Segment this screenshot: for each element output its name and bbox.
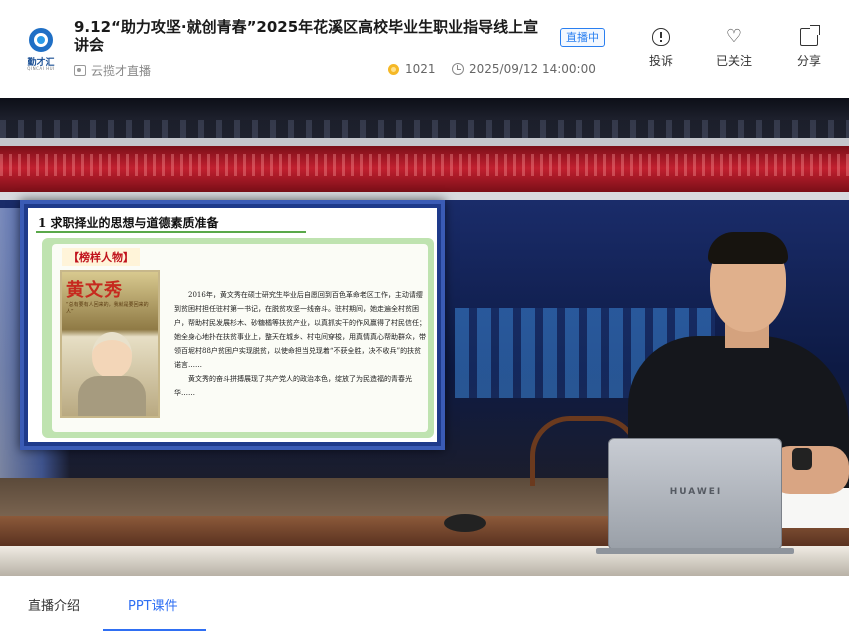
live-start-time: 2025/09/12 14:00:00	[452, 62, 596, 76]
heart-plus-icon: ♡	[725, 26, 743, 47]
clock-icon	[452, 63, 464, 75]
slide-paragraph: 黄文秀的奋斗拼搏展现了共产党人的政治本色，绽放了为民造福的青春光华……	[174, 375, 412, 397]
studio-led-dots	[0, 154, 849, 176]
report-button[interactable]: 投诉	[639, 28, 683, 69]
laptop: HUAWEI	[608, 438, 782, 550]
follow-button[interactable]: ♡ 已关注	[712, 28, 756, 69]
mouse	[444, 514, 486, 532]
coin-icon	[388, 63, 399, 75]
live-start-time-value: 2025/09/12 14:00:00	[469, 62, 596, 76]
logo-brand-sub: QINCAI HUI	[27, 66, 55, 71]
laptop-brand: HUAWEI	[669, 487, 723, 497]
tab-ppt[interactable]: PPT课件	[128, 595, 178, 633]
poster-name: 黄文秀	[66, 280, 123, 301]
presentation-screen: 1 求职择业的思想与道德素质准备 【榜样人物】 黄文秀 “总有要有人回来的，我就…	[20, 200, 445, 450]
channel-link[interactable]: 云揽才直播	[74, 62, 151, 79]
channel-name: 云揽才直播	[91, 64, 152, 78]
share-label: 分享	[796, 54, 821, 68]
slide-body-text: 2016年，黄文秀在硕士研究生毕业后自愿回到百色革命老区工作，主动请缨到贫困村担…	[174, 288, 428, 400]
view-count-value: 1021	[405, 62, 436, 76]
poster-portrait	[92, 332, 132, 378]
watch-icon	[792, 448, 812, 470]
view-count: 1021	[388, 62, 436, 76]
studio-truss	[0, 120, 849, 140]
ppt-slide: 1 求职择业的思想与道德素质准备 【榜样人物】 黄文秀 “总有要有人回来的，我就…	[28, 208, 437, 442]
poster-figure	[78, 376, 146, 416]
active-tab-indicator	[103, 629, 206, 631]
report-label: 投诉	[648, 54, 673, 68]
live-header: 勤才汇 QINCAI HUI 9.12“助力攻坚·就创青春”2025年花溪区高校…	[0, 0, 849, 98]
live-title: 9.12“助力攻坚·就创青春”2025年花溪区高校毕业生职业指导线上宣讲会	[74, 18, 539, 54]
live-channel-icon	[74, 65, 86, 76]
share-icon	[800, 25, 820, 46]
share-button[interactable]: 分享	[787, 25, 831, 69]
channel-logo[interactable]: 勤才汇 QINCAI HUI	[22, 26, 60, 71]
slide-title-underline	[36, 231, 306, 233]
live-status-badge: 直播中	[560, 28, 605, 47]
presenter-hair	[708, 232, 788, 264]
paper-sheet	[780, 488, 849, 528]
slide-title: 1 求职择业的思想与道德素质准备	[38, 216, 219, 230]
tab-live-intro[interactable]: 直播介绍	[28, 595, 80, 633]
logo-icon	[29, 28, 53, 52]
poster-quote: “总有要有人回来的，我就是要回来的人”	[66, 302, 149, 315]
follow-label: 已关注	[715, 54, 752, 68]
slide-tag: 【榜样人物】	[62, 248, 140, 266]
video-player[interactable]: 1 求职择业的思想与道德素质准备 【榜样人物】 黄文秀 “总有要有人回来的，我就…	[0, 98, 849, 576]
role-model-poster: 黄文秀 “总有要有人回来的，我就是要回来的人”	[60, 270, 160, 418]
laptop-base	[596, 548, 794, 554]
slide-paragraph: 2016年，黄文秀在硕士研究生毕业后自愿回到百色革命老区工作，主动请缨到贫困村担…	[174, 291, 426, 369]
report-icon	[652, 28, 670, 46]
content-tabs: 直播介绍 PPT课件	[0, 576, 849, 634]
